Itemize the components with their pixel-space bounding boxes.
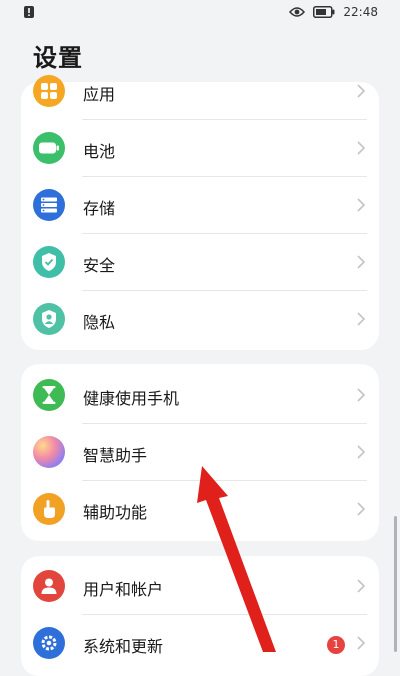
alert-icon: [24, 6, 34, 18]
chevron-right-icon: [357, 502, 366, 516]
settings-item-assistant[interactable]: 智慧助手: [21, 424, 379, 481]
settings-item-label: 用户和帐户: [83, 580, 164, 599]
chevron-right-icon: [357, 255, 366, 269]
settings-item-accessibility[interactable]: 辅助功能: [21, 481, 379, 538]
battery-icon: [313, 6, 335, 18]
status-bar: 22:48: [0, 0, 400, 26]
update-count-badge: 1: [327, 636, 345, 654]
settings-item-battery[interactable]: 电池: [21, 120, 379, 177]
settings-item-security[interactable]: 安全: [21, 234, 379, 291]
settings-item-label: 存储: [83, 199, 116, 218]
settings-item-apps[interactable]: 应用: [21, 63, 379, 120]
settings-group-2: 健康使用手机 智慧助手 辅助功能: [21, 364, 379, 541]
settings-item-label: 隐私: [83, 313, 116, 332]
settings-item-storage[interactable]: 存储: [21, 177, 379, 234]
settings-group-3: 用户和帐户 系统和更新 1: [21, 556, 379, 676]
settings-item-digital-balance[interactable]: 健康使用手机: [21, 367, 379, 424]
settings-item-label: 健康使用手机: [83, 389, 180, 408]
battery-icon: [33, 132, 65, 164]
chevron-right-icon: [357, 198, 366, 212]
user-icon: [33, 570, 65, 602]
apps-icon: [33, 75, 65, 107]
chevron-right-icon: [357, 141, 366, 155]
privacy-icon: [33, 303, 65, 335]
hourglass-icon: [33, 379, 65, 411]
settings-group-1: 应用 电池 存储 安全 隐私: [21, 75, 379, 350]
clock: 22:48: [343, 5, 378, 19]
chevron-right-icon: [357, 84, 366, 98]
settings-item-label: 电池: [83, 142, 116, 161]
settings-item-label: 应用: [83, 85, 116, 104]
storage-icon: [33, 189, 65, 221]
chevron-right-icon: [357, 312, 366, 326]
chevron-right-icon: [357, 445, 366, 459]
scrollbar[interactable]: [394, 516, 397, 652]
settings-item-label: 系统和更新: [83, 637, 164, 656]
settings-item-system-update[interactable]: 系统和更新 1: [21, 615, 379, 672]
chevron-right-icon: [357, 388, 366, 402]
hand-icon: [33, 493, 65, 525]
chevron-right-icon: [357, 579, 366, 593]
assistant-icon: [33, 436, 65, 468]
chevron-right-icon: [357, 636, 366, 650]
eye-icon: [289, 7, 306, 17]
settings-item-privacy[interactable]: 隐私: [21, 291, 379, 348]
shield-icon: [33, 246, 65, 278]
settings-item-label: 辅助功能: [83, 503, 148, 522]
gear-icon: [33, 627, 65, 659]
settings-item-label: 智慧助手: [83, 446, 148, 465]
settings-item-label: 安全: [83, 256, 116, 275]
settings-item-users[interactable]: 用户和帐户: [21, 558, 379, 615]
